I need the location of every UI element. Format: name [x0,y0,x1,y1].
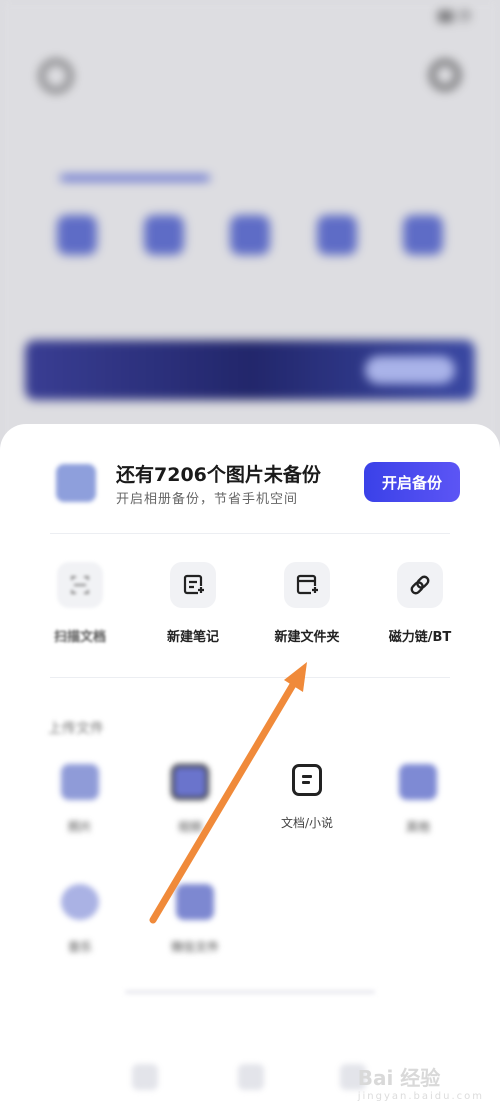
upload-label: 视频 [177,820,202,834]
new-folder-icon [284,562,330,608]
action-label: 新建文件夹 [274,630,340,645]
create-bottom-sheet: 还有7206个图片未备份 开启相册备份，节省手机空间 开启备份 扫描文档 新建笔… [0,424,500,1111]
backup-title: 还有7206个图片未备份 [116,464,321,486]
nav-icon [132,1064,158,1090]
scan-icon [57,562,103,608]
backup-prompt: 还有7206个图片未备份 开启相册备份，节省手机空间 开启备份 [50,454,460,514]
document-icon [292,764,322,796]
upload-label: 照片 [67,820,92,834]
upload-music-button[interactable]: 音乐 [30,884,130,955]
new-folder-button[interactable]: 新建文件夹 [252,562,362,645]
nav-icon [238,1064,264,1090]
action-label: 扫描文档 [53,630,106,645]
bottom-hint-bar [125,990,375,994]
action-label: 磁力链/BT [388,630,452,645]
divider [50,677,450,678]
wechat-file-icon [176,884,214,920]
upload-other-button[interactable]: 其他 [368,764,468,835]
divider [50,533,450,534]
quick-actions: 扫描文档 新建笔记 新建文件夹 磁力链/BT [0,562,500,652]
new-note-icon [170,562,216,608]
new-note-button[interactable]: 新建笔记 [138,562,248,645]
magnet-link-button[interactable]: 磁力链/BT [365,562,475,645]
upload-document-button[interactable]: 文档/小说 [257,764,357,831]
upload-section-label: 上传文件 [48,721,104,737]
video-icon [171,764,209,800]
music-icon [61,884,99,920]
backup-subtitle: 开启相册备份，节省手机空间 [116,492,299,507]
upload-label: 音乐 [67,940,92,954]
photo-thumbnail-icon [56,464,96,502]
upload-label: 微信文件 [170,940,219,954]
upload-label: 其他 [405,820,430,834]
start-backup-button[interactable]: 开启备份 [364,462,460,502]
upload-video-button[interactable]: 视频 [140,764,240,835]
link-icon [397,562,443,608]
upload-wechat-file-button[interactable]: 微信文件 [145,884,245,955]
action-label: 新建笔记 [166,630,219,645]
watermark-sub: jingyan.baidu.com [357,1091,484,1102]
baidu-jingyan-watermark: Bai 经验 jingyan.baidu.com [358,1062,484,1102]
scan-document-button[interactable]: 扫描文档 [25,562,135,645]
other-file-icon [399,764,437,800]
photo-icon [61,764,99,800]
watermark-text: Bai 经验 [357,1066,441,1090]
upload-label: 文档/小说 [280,816,334,830]
upload-photo-button[interactable]: 照片 [30,764,130,835]
